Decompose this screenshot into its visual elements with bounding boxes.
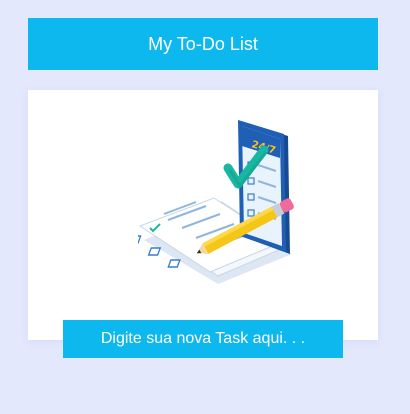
todo-checklist-illustration: 24/7 [138,120,294,284]
app-header: My To-Do List [28,18,378,70]
new-task-input[interactable] [63,320,343,358]
hero-card: 24/7 [28,90,378,340]
app-title: My To-Do List [148,33,258,54]
